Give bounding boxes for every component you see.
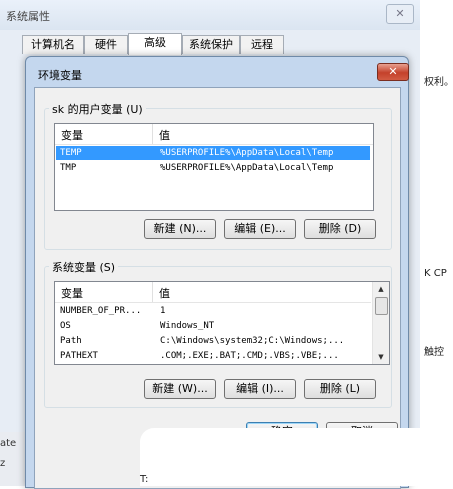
user-variables-group: sk 的用户变量 (U) 变量 值 TEMP %USERPROFILE%\App…	[44, 101, 392, 250]
tab-system-protection[interactable]: 系统保护	[182, 35, 240, 54]
column-divider[interactable]	[152, 282, 153, 302]
background-text: K CP	[424, 268, 447, 279]
variable-value: %USERPROFILE%\AppData\Local\Temp	[160, 163, 334, 173]
background-text: 权利。	[424, 77, 453, 88]
variable-name: TEMP	[60, 148, 82, 158]
table-row[interactable]: Path C:\Windows\system32;C:\Windows;...	[56, 334, 371, 348]
system-delete-button[interactable]: 删除 (L)	[304, 379, 376, 399]
system-new-button[interactable]: 新建 (W)...	[144, 379, 216, 399]
variable-name: PATHEXT	[60, 351, 98, 361]
tab-hardware[interactable]: 硬件	[84, 35, 128, 54]
tab-advanced[interactable]: 高级	[128, 33, 182, 55]
column-header-variable[interactable]: 变量	[61, 127, 83, 143]
variable-name: TMP	[60, 163, 77, 173]
scroll-up-arrow[interactable]: ▲	[373, 282, 389, 296]
variable-name: OS	[60, 321, 71, 331]
user-edit-button[interactable]: 编辑 (E)...	[224, 219, 296, 239]
system-edit-button[interactable]: 编辑 (I)...	[224, 379, 296, 399]
table-row[interactable]: OS Windows_NT	[56, 319, 371, 333]
environment-variables-dialog: 环境变量 ✕ sk 的用户变量 (U) 变量 值 TEMP %USERPROFI…	[25, 56, 409, 489]
background-text: ate	[0, 438, 17, 449]
table-row[interactable]: NUMBER_OF_PR... 1	[56, 304, 371, 318]
system-properties-title: 系统属性	[6, 10, 50, 23]
variable-value: .COM;.EXE;.BAT;.CMD;.VBS;.VBE;...	[160, 351, 339, 361]
table-row[interactable]: TMP %USERPROFILE%\AppData\Local\Temp	[56, 161, 370, 175]
variable-name: Path	[60, 336, 82, 346]
table-row[interactable]: PATHEXT .COM;.EXE;.BAT;.CMD;.VBS;.VBE;..…	[56, 349, 371, 363]
variable-value: C:\Windows\system32;C:\Windows;...	[160, 336, 345, 346]
system-variables-scrollbar[interactable]: ▲ ▼	[372, 282, 389, 364]
system-properties-close-button[interactable]: ✕	[386, 4, 414, 24]
table-row[interactable]: TEMP %USERPROFILE%\AppData\Local\Temp	[56, 146, 370, 160]
variable-value: %USERPROFILE%\AppData\Local\Temp	[160, 148, 334, 158]
tab-remote[interactable]: 远程	[240, 35, 284, 54]
list-header: 变量 值	[55, 124, 373, 145]
column-divider[interactable]	[152, 124, 153, 144]
close-icon: ✕	[388, 65, 398, 78]
foreground-window-corner: T:	[140, 428, 453, 486]
background-window-right: 权利。 K CP 触控	[420, 0, 453, 486]
system-variables-group: 系统变量 (S) 变量 值 NUMBER_OF_PR... 1 OS Windo…	[44, 259, 392, 408]
variable-value: 1	[160, 306, 166, 316]
scroll-down-arrow[interactable]: ▼	[373, 350, 389, 364]
background-text: T:	[140, 474, 149, 485]
system-properties-titlebar: 系统属性 ✕	[0, 0, 420, 30]
user-variables-list[interactable]: 变量 值 TEMP %USERPROFILE%\AppData\Local\Te…	[54, 123, 374, 211]
background-text: z	[0, 458, 6, 469]
tab-computer-name[interactable]: 计算机名	[22, 35, 84, 54]
variable-name: NUMBER_OF_PR...	[60, 306, 142, 316]
dialog-close-button[interactable]: ✕	[377, 63, 409, 81]
scrollbar-thumb[interactable]	[375, 297, 388, 315]
column-header-variable[interactable]: 变量	[61, 285, 83, 301]
background-text: 触控	[424, 347, 444, 358]
column-header-value[interactable]: 值	[159, 285, 170, 301]
user-new-button[interactable]: 新建 (N)...	[144, 219, 216, 239]
system-variables-list[interactable]: 变量 值 NUMBER_OF_PR... 1 OS Windows_NT Pat…	[54, 281, 390, 365]
system-variables-label: 系统变量 (S)	[49, 259, 119, 275]
user-variables-label: sk 的用户变量 (U)	[49, 101, 146, 117]
dialog-title: 环境变量	[38, 69, 82, 82]
column-header-value[interactable]: 值	[159, 127, 170, 143]
variable-value: Windows_NT	[160, 321, 215, 331]
close-icon: ✕	[395, 7, 405, 20]
user-delete-button[interactable]: 删除 (D)	[304, 219, 376, 239]
list-header: 变量 值	[55, 282, 371, 303]
